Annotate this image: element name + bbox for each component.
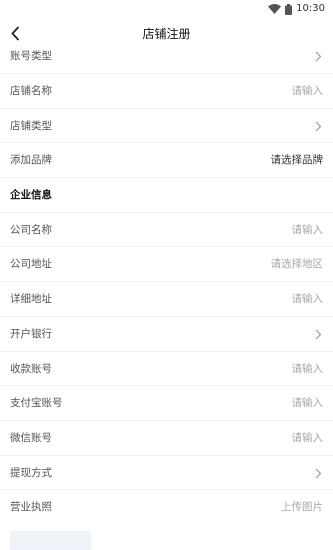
row-company-name[interactable]: 公司名称 请输入 [0,213,333,248]
battery-icon [285,3,293,15]
row-label: 提现方式 [10,466,52,479]
chevron-right-icon [315,121,322,132]
brand-select[interactable]: 请选择品牌 [271,143,324,178]
row-label: 店铺类型 [10,119,52,132]
row-withdraw-method[interactable]: 提现方式 [0,456,333,491]
chevron-right-icon [315,329,322,340]
chevron-right-icon [315,51,322,62]
section-title: 企业信息 [10,189,52,202]
row-label: 详细地址 [10,293,52,306]
license-upload-box[interactable] [10,531,91,550]
row-shop-type[interactable]: 店铺类型 [0,109,333,144]
registration-form: 账号类型 店铺名称 请输入 店铺类型 添加品牌 请选择品牌 企业信息 公司名称 … [0,45,333,525]
row-label: 支付宝账号 [10,397,63,410]
row-add-brand[interactable]: 添加品牌 请选择品牌 [0,143,333,179]
section-header-company: 企业信息 [0,178,333,213]
row-label: 微信账号 [10,431,52,444]
shop-name-input[interactable]: 请输入 [292,74,324,109]
region-select[interactable]: 请选择地区 [271,247,324,282]
alipay-account-input[interactable]: 请输入 [292,386,324,421]
row-wechat-account[interactable]: 微信账号 请输入 [0,421,333,456]
row-label: 添加品牌 [10,154,52,167]
row-label: 账号类型 [10,50,52,62]
row-label: 公司名称 [10,223,52,236]
row-account-type[interactable]: 账号类型 [0,45,333,74]
row-company-address[interactable]: 公司地址 请选择地区 [0,247,333,283]
row-receiving-account[interactable]: 收款账号 请输入 [0,352,333,387]
row-detail-address[interactable]: 详细地址 请输入 [0,282,333,317]
wechat-account-input[interactable]: 请输入 [292,421,324,456]
upload-image-link[interactable]: 上传图片 [281,490,323,525]
receiving-account-input[interactable]: 请输入 [292,352,324,387]
row-label: 营业执照 [10,501,52,514]
status-icons: 10:30 [268,2,325,16]
row-bank[interactable]: 开户银行 [0,317,333,352]
row-label: 公司地址 [10,258,52,271]
status-bar: 10:30 [0,0,333,18]
row-shop-name[interactable]: 店铺名称 请输入 [0,74,333,109]
status-time: 10:30 [296,3,325,14]
row-label: 收款账号 [10,362,52,375]
row-alipay-account[interactable]: 支付宝账号 请输入 [0,386,333,421]
company-name-input[interactable]: 请输入 [292,213,324,248]
row-label: 开户银行 [10,327,52,340]
wifi-icon [268,4,282,14]
row-business-license[interactable]: 营业执照 上传图片 [0,490,333,525]
row-label: 店铺名称 [10,85,52,97]
detail-address-input[interactable]: 请输入 [292,282,324,317]
chevron-right-icon [315,468,322,478]
